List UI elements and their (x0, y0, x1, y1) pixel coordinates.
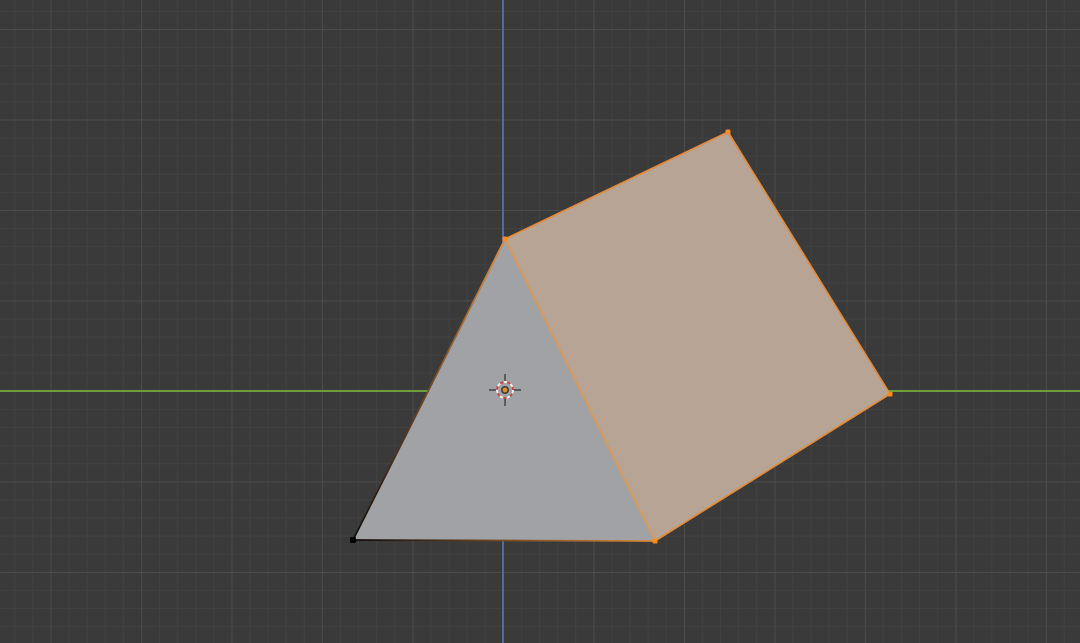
vertex-top-selected[interactable] (502, 236, 508, 242)
object-origin-dot (500, 385, 509, 394)
vertex-top-right-selected[interactable] (725, 129, 731, 135)
vertex-bottom-middle-selected[interactable] (652, 538, 658, 544)
mesh-canvas (350, 129, 893, 544)
vertex-right-selected[interactable] (887, 391, 893, 397)
edge-bottom-left-bottom-middle[interactable] (352, 539, 656, 542)
blender-3d-viewport[interactable] (0, 0, 1080, 643)
vertex-bottom-left-unselected[interactable] (350, 537, 356, 543)
